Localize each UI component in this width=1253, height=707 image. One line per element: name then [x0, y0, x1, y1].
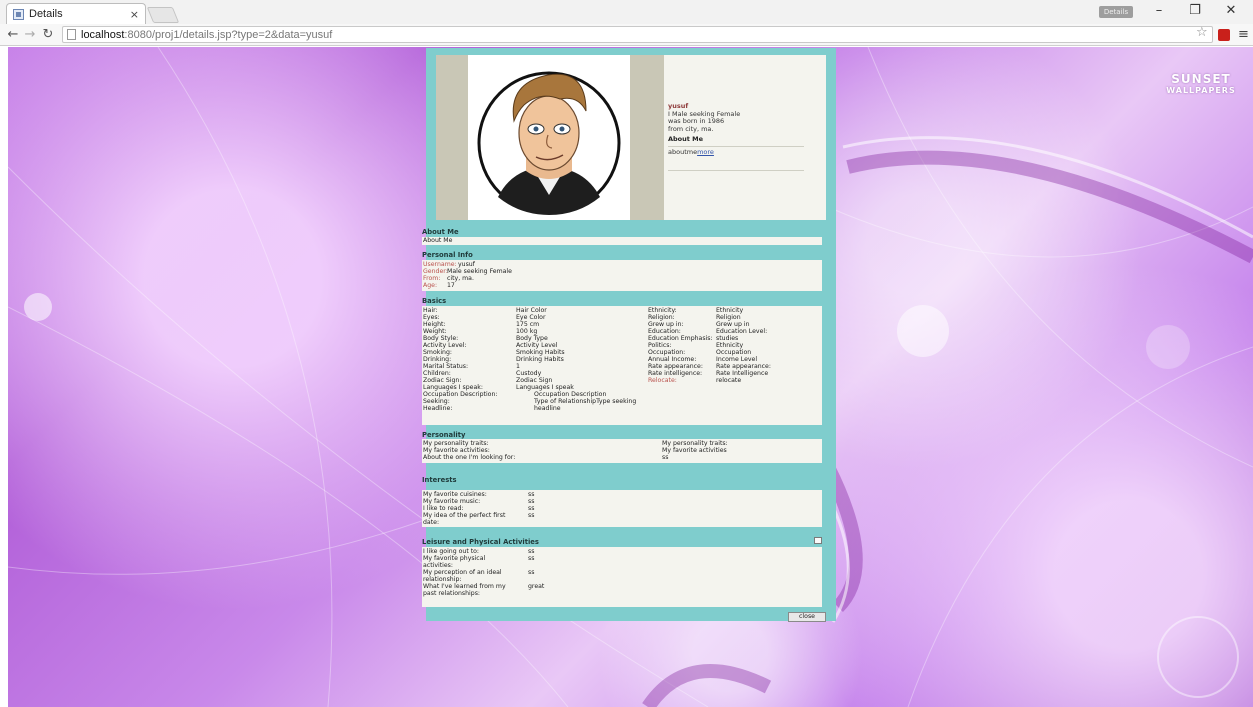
photo-border-right: [630, 55, 664, 220]
personal-label: Age:: [423, 282, 438, 289]
tab-close-icon[interactable]: ×: [130, 8, 139, 21]
profile-details-panel: yusuf I Male seeking Female was born in …: [422, 48, 836, 622]
about-text: About Me: [423, 237, 453, 244]
page-favicon-icon: [13, 8, 24, 20]
url-host: localhost: [81, 28, 125, 41]
pdf-extension-icon[interactable]: [1218, 29, 1230, 41]
section-title-basics: Basics: [422, 297, 447, 305]
divider: [668, 145, 804, 147]
back-arrow-icon[interactable]: ←: [6, 27, 20, 42]
profile-summary: yusuf I Male seeking Female was born in …: [668, 102, 810, 173]
personality-value: My favorite activities: [662, 447, 727, 454]
edit-icon[interactable]: [814, 537, 822, 544]
personality-label: About the one I'm looking for:: [423, 454, 516, 461]
close-button[interactable]: close: [788, 612, 826, 622]
basics-label: Relocate:: [648, 377, 677, 384]
tab-title: Details: [29, 8, 63, 20]
photo-border-left: [436, 55, 468, 220]
address-bar[interactable]: localhost:8080/proj1/details.jsp?type=2&…: [62, 26, 1213, 43]
basics-box: Hair: Hair Color Eyes: Eye Color Height:…: [422, 306, 822, 425]
basics-value: relocate: [716, 377, 742, 384]
restore-icon[interactable]: ❐: [1186, 3, 1204, 18]
basics-label: Headline:: [423, 405, 453, 412]
section-title-about: About Me: [422, 228, 459, 236]
leisure-label: past relationships:: [423, 590, 481, 597]
url-path: :8080/proj1/details.jsp?type=2&data=yusu…: [124, 28, 333, 41]
page-icon: [67, 29, 76, 40]
close-window-icon[interactable]: ✕: [1222, 3, 1240, 18]
personality-box: My personality traits: My favorite activ…: [422, 439, 822, 463]
basics-value: headline: [534, 405, 561, 412]
leisure-box: I like going out to: ss My favorite phys…: [422, 547, 822, 607]
divider: [668, 169, 804, 171]
section-title-interests: Interests: [422, 476, 457, 484]
minimize-icon[interactable]: –: [1150, 3, 1168, 18]
forward-arrow-icon[interactable]: →: [23, 27, 37, 42]
profile-from: from city, ma.: [668, 124, 714, 133]
reload-icon[interactable]: ↻: [41, 27, 55, 42]
personality-value: ss: [662, 454, 669, 461]
section-title-personal: Personal Info: [422, 251, 473, 259]
interests-label: date:: [423, 519, 440, 526]
profile-header: yusuf I Male seeking Female was born in …: [436, 55, 826, 220]
section-title-personality: Personality: [422, 431, 466, 439]
avatar-cartoon-icon: [477, 71, 621, 215]
new-tab-button[interactable]: [146, 7, 180, 23]
profile-photo: [468, 55, 630, 220]
profile-about-text: aboutmemore: [668, 147, 714, 156]
section-title-leisure: Leisure and Physical Activities: [422, 538, 539, 546]
interests-value: ss: [528, 512, 535, 519]
leisure-value: ss: [528, 555, 535, 562]
leisure-value: ss: [528, 569, 535, 576]
bookmark-star-icon[interactable]: ☆: [1196, 25, 1208, 40]
menu-icon[interactable]: ≡: [1238, 27, 1249, 42]
window-badge: Details: [1099, 6, 1133, 18]
more-link[interactable]: more: [697, 148, 714, 156]
basics-value: Drinking Habits: [516, 356, 564, 363]
personal-value: 17: [447, 282, 455, 289]
profile-about-heading: About Me: [668, 135, 704, 144]
leisure-value: great: [528, 583, 545, 590]
about-box: About Me: [422, 237, 822, 245]
browser-toolbar: ← → ↻ localhost:8080/proj1/details.jsp?t…: [0, 24, 1253, 46]
tab-strip: Details × Details – ❐ ✕: [0, 0, 1253, 24]
wallpaper-logo: SUNSET WALLPAPERS: [1166, 72, 1236, 95]
interests-box: My favorite cuisines: ss My favorite mus…: [422, 490, 822, 527]
tab-details[interactable]: Details ×: [6, 3, 146, 24]
personal-box: Username: yusuf Gender: Male seeking Fem…: [422, 260, 822, 291]
